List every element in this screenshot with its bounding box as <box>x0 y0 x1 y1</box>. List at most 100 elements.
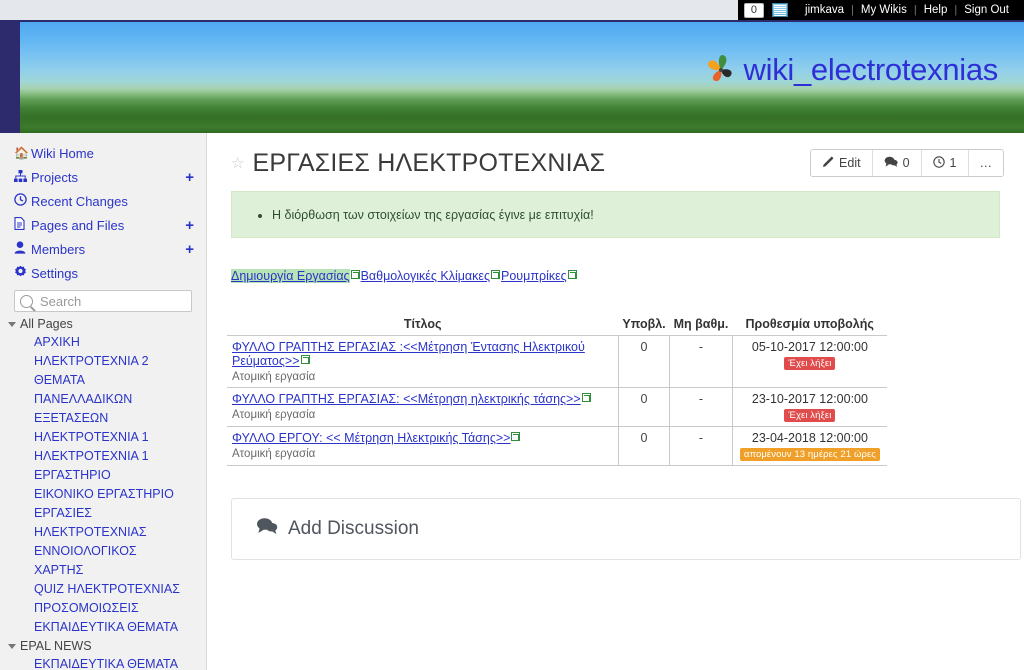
add-discussion-label: Add Discussion <box>288 518 419 539</box>
sidebar-page-item[interactable]: ΘΕΜΑΤΑ <box>0 371 206 390</box>
sidebar-item-label: Settings <box>31 265 78 281</box>
my-wikis-link[interactable]: My Wikis <box>854 4 914 16</box>
external-link-icon <box>581 393 591 402</box>
site-logo[interactable]: wiki_electrotexnias <box>704 52 998 88</box>
sidebar-page-item[interactable]: ΠΑΝΕΛΛΑΔΙΚΩΝ <box>0 390 206 409</box>
sidebar-add-member-button[interactable]: + <box>185 242 194 257</box>
column-header-ungraded: Μη βαθμ. <box>669 317 733 336</box>
sidebar-add-page-button[interactable]: + <box>185 218 194 233</box>
table-row: ΦΥΛΛΟ ΕΡΓΟΥ: << Μέτρηση Ηλεκτρικής Τάσης… <box>227 426 887 466</box>
sidebar-search-wrapper <box>0 285 206 315</box>
sitemap-icon <box>14 169 31 185</box>
action-links: Δημιουργία Εργασίας Βαθμολογικές Κλίμακες… <box>231 269 1000 283</box>
search-input[interactable] <box>38 292 178 310</box>
home-icon: 🏠 <box>14 146 29 160</box>
assignment-title-link[interactable]: ΦΥΛΛΟ ΕΡΓΟΥ: << Μέτρηση Ηλεκτρικής Τάσης… <box>232 431 510 445</box>
sidebar-page-item[interactable]: ΗΛΕΚΤΡΟΤΕΧΝΙΑ 1 <box>0 447 206 466</box>
assignment-deadline: 23-04-2018 12:00:00 <box>751 431 868 445</box>
search-box[interactable] <box>14 290 192 312</box>
user-icon <box>14 241 31 257</box>
sidebar-page-item[interactable]: ΗΛΕΚΤΡΟΤΕΧΝΙΑ 2 <box>0 352 206 371</box>
status-badge: απομένουν 13 ημέρες 21 ώρες <box>739 448 880 461</box>
sidebar-page-item[interactable]: ΕΚΠΑΙΔΕΥΤΙΚΑ ΘΕΜΑΤΑ <box>0 655 206 670</box>
username-link[interactable]: jimkava <box>798 4 851 16</box>
help-link[interactable]: Help <box>917 4 955 16</box>
assignment-title-link[interactable]: ΦΥΛΛΟ ΓΡΑΠΤΗΣ ΕΡΓΑΣΙΑΣ :<<Μέτρηση Ένταση… <box>232 340 585 368</box>
sidebar-page-item[interactable]: ΕΞΕΤΑΣΕΩΝ <box>0 409 206 428</box>
search-icon <box>20 294 33 308</box>
column-header-submitted: Υποβλ. <box>618 317 670 336</box>
create-assignment-link[interactable]: Δημιουργία Εργασίας <box>231 269 350 283</box>
table-header-row: Τίτλος Υποβλ. Μη βαθμ. Προθεσμία υποβολή… <box>227 317 887 336</box>
comment-count: 0 <box>902 156 910 170</box>
success-notice: Η διόρθωση των στοιχείων της εργασίας έγ… <box>231 191 1000 238</box>
sidebar-page-list-all-pages: ΑΡΧΙΚΗ ΗΛΕΚΤΡΟΤΕΧΝΙΑ 2 ΘΕΜΑΤΑ ΠΑΝΕΛΛΑΔΙΚ… <box>0 333 206 637</box>
sidebar-group-epal-news[interactable]: EPAL NEWS <box>0 637 206 655</box>
sidebar-group-all-pages[interactable]: All Pages <box>0 315 206 333</box>
account-bar: 0 jimkava | My Wikis | Help | Sign Out <box>737 0 1024 20</box>
sidebar-group-label: All Pages <box>20 317 73 331</box>
sidebar-item-label: Members <box>31 241 86 257</box>
external-link-icon <box>350 270 360 279</box>
sidebar-page-item[interactable]: ΗΛΕΚΤΡΟΤΕΧΝΙΑ 1 <box>0 428 206 447</box>
page-toolbar: Edit 0 1 … <box>810 149 1004 177</box>
sidebar-page-item[interactable]: ΗΛΕΚΤΡΟΤΕΧΝΙΑΣ <box>0 523 206 542</box>
clock-icon <box>14 193 31 209</box>
sidebar-item-wiki-home[interactable]: 🏠 Wiki Home <box>0 141 206 165</box>
column-header-deadline: Προθεσμία υποβολής <box>732 317 887 336</box>
sidebar: 🏠 Wiki Home Projects + Recent Changes Pa… <box>0 133 207 670</box>
success-notice-text: Η διόρθωση των στοιχείων της εργασίας έγ… <box>272 208 594 222</box>
sidebar-page-item[interactable]: QUIZ ΗΛΕΚΤΡΟΤΕΧΝΙΑΣ <box>0 580 206 599</box>
notification-count[interactable]: 0 <box>743 2 765 18</box>
pinwheel-icon <box>704 53 738 87</box>
column-header-title: Τίτλος <box>227 317 619 336</box>
sidebar-page-item[interactable]: ΕΝΝΟΙΟΛΟΓΙΚΟΣ <box>0 542 206 561</box>
assignment-title-link[interactable]: ΦΥΛΛΟ ΓΡΑΠΤΗΣ ΕΡΓΑΣΙΑΣ: <<Μέτρηση ηλεκτρ… <box>232 392 581 406</box>
ellipsis-icon: … <box>979 156 993 170</box>
add-discussion-button[interactable]: Add Discussion <box>231 498 1021 560</box>
rubrics-link[interactable]: Ρουμπρίκες <box>501 269 567 283</box>
sidebar-item-settings[interactable]: Settings <box>0 261 206 285</box>
site-title: wiki_electrotexnias <box>743 52 999 87</box>
comment-icon <box>256 517 278 541</box>
site-banner: wiki_electrotexnias <box>20 22 1024 133</box>
sidebar-page-item[interactable]: ΑΡΧΙΚΗ <box>0 333 206 352</box>
sidebar-item-label: Wiki Home <box>31 145 94 161</box>
main-content: ☆ ΕΡΓΑΣΙΕΣ ΗΛΕΚΤΡΟΤΕΧΝΙΑΣ Edit 0 1 … • Η… <box>207 133 1024 670</box>
external-link-icon <box>567 270 577 279</box>
sidebar-item-members[interactable]: Members + <box>0 237 206 261</box>
assignment-submitted-count: 0 <box>617 387 670 427</box>
assignment-subtitle: Ατομική εργασία <box>232 409 316 421</box>
sign-out-link[interactable]: Sign Out <box>957 4 1016 16</box>
status-badge: Έχει λήξει <box>784 409 836 422</box>
assignment-deadline: 23-10-2017 12:00:00 <box>751 392 868 406</box>
external-link-icon <box>511 432 521 441</box>
assignment-submitted-count: 0 <box>617 335 670 388</box>
sidebar-page-item[interactable]: ΕΙΚΟΝΙΚΟ ΕΡΓΑΣΤΗΡΙΟ <box>0 485 206 504</box>
grading-scales-link[interactable]: Βαθμολογικές Κλίμακες <box>361 269 490 283</box>
sidebar-page-item[interactable]: ΕΡΓΑΣΙΕΣ <box>0 504 206 523</box>
sidebar-item-pages-and-files[interactable]: Pages and Files + <box>0 213 206 237</box>
status-badge: Έχει λήξει <box>784 357 836 370</box>
sidebar-item-recent-changes[interactable]: Recent Changes <box>0 189 206 213</box>
pencil-icon <box>822 155 834 171</box>
table-row: ΦΥΛΛΟ ΓΡΑΠΤΗΣ ΕΡΓΑΣΙΑΣ: <<Μέτρηση ηλεκτρ… <box>227 387 887 427</box>
table-row: ΦΥΛΛΟ ΓΡΑΠΤΗΣ ΕΡΓΑΣΙΑΣ :<<Μέτρηση Ένταση… <box>227 335 887 388</box>
assignments-table: Τίτλος Υποβλ. Μη βαθμ. Προθεσμία υποβολή… <box>227 317 887 466</box>
comment-icon <box>884 156 898 171</box>
sidebar-add-project-button[interactable]: + <box>185 170 194 185</box>
comments-button[interactable]: 0 <box>871 150 921 176</box>
history-button[interactable]: 1 <box>920 150 968 176</box>
star-outline-icon[interactable]: ☆ <box>231 154 244 172</box>
assignment-submitted-count: 0 <box>617 426 670 466</box>
sidebar-page-item[interactable]: ΕΡΓΑΣΤΗΡΙΟ <box>0 466 206 485</box>
sidebar-page-item[interactable]: ΕΚΠΑΙΔΕΥΤΙΚΑ ΘΕΜΑΤΑ <box>0 618 206 637</box>
more-options-button[interactable]: … <box>967 150 1003 176</box>
sidebar-page-item[interactable]: ΠΡΟΣΟΜΟΙΩΣΕΙΣ <box>0 599 206 618</box>
external-link-icon <box>300 355 310 364</box>
edit-button[interactable]: Edit <box>811 150 872 176</box>
edit-label: Edit <box>839 156 861 170</box>
sidebar-page-item[interactable]: ΧΑΡΤΗΣ <box>0 561 206 580</box>
sidebar-item-projects[interactable]: Projects + <box>0 165 206 189</box>
wiki-book-icon[interactable] <box>772 3 789 17</box>
